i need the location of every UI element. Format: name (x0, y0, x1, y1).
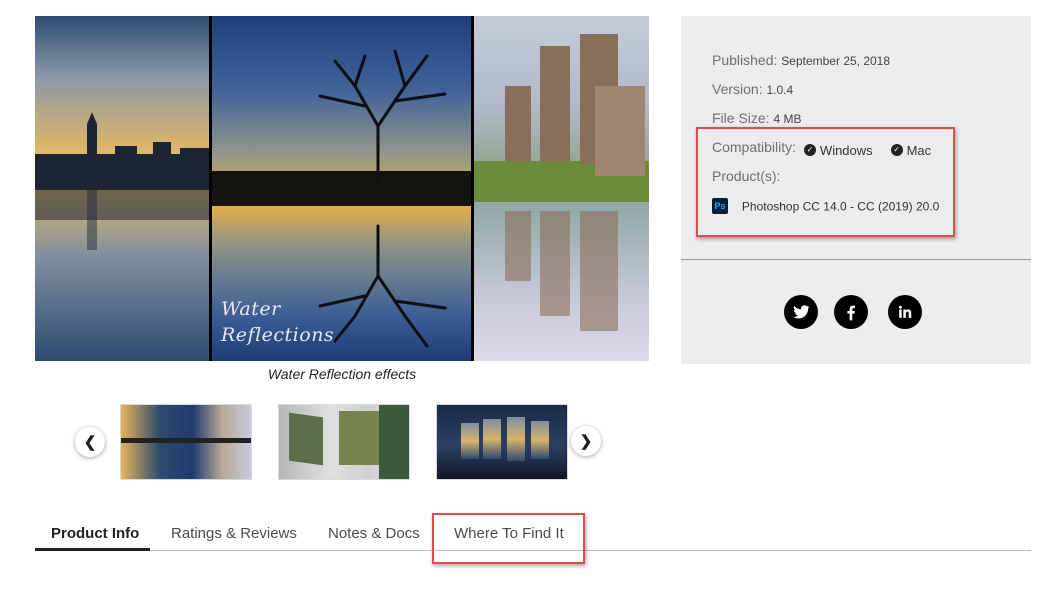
thumbnail-2[interactable] (278, 404, 410, 480)
compat-mac-label: Mac (906, 142, 932, 158)
tab-product-info[interactable]: Product Info (51, 525, 139, 542)
panel-divider (681, 259, 1031, 260)
hero-silhouettes (35, 34, 645, 348)
active-tab-indicator (35, 548, 150, 551)
filesize-label: File Size: (712, 110, 770, 126)
facebook-share-button[interactable] (834, 295, 868, 329)
tab-notes-docs[interactable]: Notes & Docs (328, 525, 420, 542)
photoshop-icon: Ps (712, 198, 728, 215)
twitter-share-button[interactable] (784, 295, 818, 329)
published-value: September 25, 2018 (781, 54, 891, 68)
published-row: Published: September 25, 2018 (712, 52, 890, 68)
products-label: Product(s): (712, 168, 781, 184)
version-value: 1.0.4 (766, 83, 794, 97)
thumbnail-1[interactable] (120, 404, 252, 480)
facebook-icon (847, 305, 855, 321)
hero-overlay-line1: Water (221, 298, 281, 320)
published-label: Published: (712, 52, 778, 68)
twitter-icon (793, 305, 810, 319)
hero-overlay-text: Water Reflections (221, 296, 334, 348)
compatibility-row: Compatibility: ✓ Windows ✓ Mac (712, 139, 931, 158)
tab-where-to-find-it[interactable]: Where To Find It (454, 525, 564, 542)
version-label: Version: (712, 81, 763, 97)
hero-caption: Water Reflection effects (267, 366, 417, 382)
product-item[interactable]: Ps Photoshop CC 14.0 - CC (2019) 20.0 (712, 197, 940, 215)
linkedin-share-button[interactable] (888, 295, 922, 329)
check-circle-icon: ✓ (803, 144, 816, 156)
linkedin-icon (898, 305, 912, 318)
product-details-panel: Published: September 25, 2018 Version: 1… (681, 16, 1031, 364)
version-row: Version: 1.0.4 (712, 81, 793, 97)
products-row: Product(s): (712, 168, 780, 184)
compat-mac: ✓ Mac (890, 142, 932, 158)
compat-windows-label: Windows (819, 142, 873, 158)
chevron-left-icon: ❮ (83, 434, 97, 451)
hero-overlay-line2: Reflections (221, 324, 335, 346)
tab-ratings-reviews[interactable]: Ratings & Reviews (171, 525, 297, 542)
chevron-right-icon: ❯ (579, 433, 593, 450)
compat-windows: ✓ Windows (803, 142, 873, 158)
carousel-next-button[interactable]: ❯ (571, 426, 601, 456)
thumbnail-3[interactable] (436, 404, 568, 480)
carousel-prev-button[interactable]: ❮ (75, 427, 105, 457)
tabs-baseline (35, 550, 1031, 551)
filesize-value: 4 MB (773, 112, 802, 126)
compatibility-label: Compatibility: (712, 139, 797, 155)
filesize-row: File Size: 4 MB (712, 110, 801, 126)
hero-image: Water Reflections (35, 16, 649, 361)
product-name: Photoshop CC 14.0 - CC (2019) 20.0 (741, 199, 940, 214)
check-circle-icon: ✓ (890, 144, 903, 156)
